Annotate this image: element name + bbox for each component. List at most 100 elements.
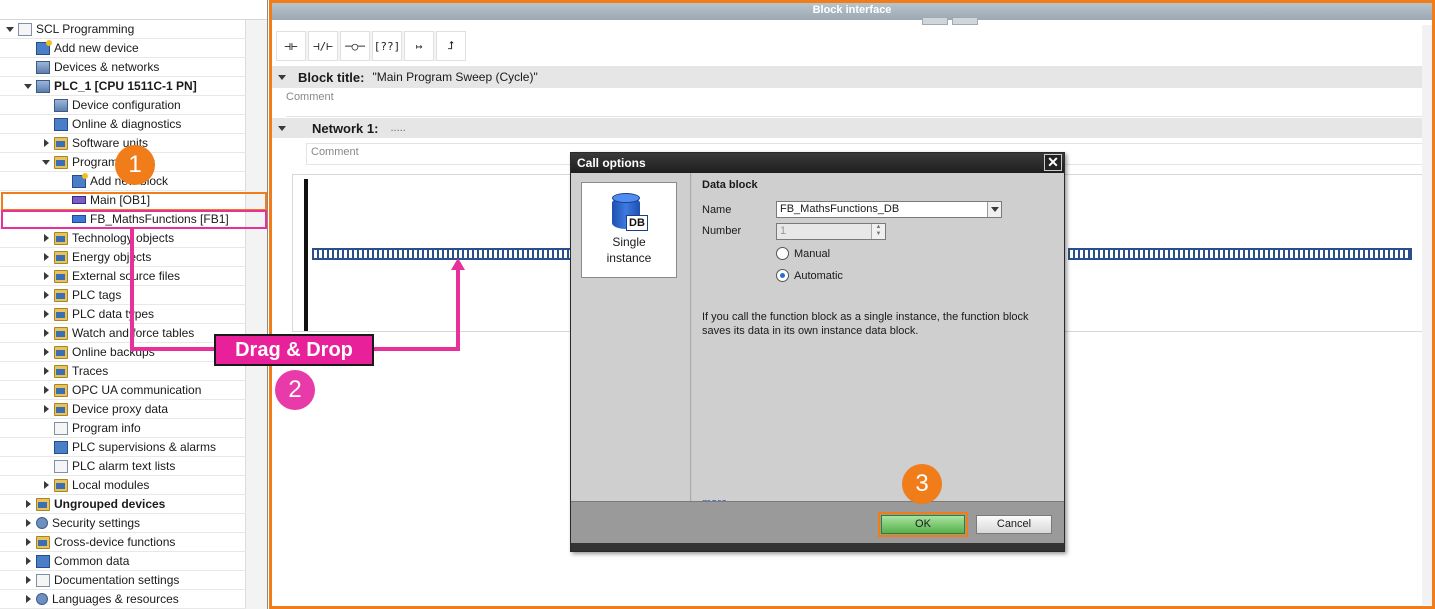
open-branch-icon[interactable]: ↦ (404, 31, 434, 61)
expanded-arrow-icon[interactable] (22, 80, 34, 92)
collapsed-arrow-icon[interactable] (40, 365, 52, 377)
collapsed-arrow-icon[interactable] (40, 232, 52, 244)
folder-icon (36, 497, 50, 511)
collapsed-arrow-icon[interactable] (40, 403, 52, 415)
tree-item-label: OPC UA communication (72, 383, 202, 397)
tree-item-device-configuration[interactable]: Device configuration (0, 96, 246, 115)
tree-item-technology-objects[interactable]: Technology objects (0, 229, 246, 248)
collapsed-arrow-icon[interactable] (40, 251, 52, 263)
tree-item-traces[interactable]: Traces (0, 362, 246, 381)
nc-contact-icon[interactable]: ⊣/⊢ (308, 31, 338, 61)
block-title-value[interactable]: "Main Program Sweep (Cycle)" (372, 70, 537, 84)
collapsed-arrow-icon[interactable] (40, 384, 52, 396)
tree-item-plc-supervisions-alarms[interactable]: PLC supervisions & alarms (0, 438, 246, 457)
name-value[interactable]: FB_MathsFunctions_DB (780, 203, 899, 215)
collapsed-arrow-icon[interactable] (40, 327, 52, 339)
collapsed-arrow-icon[interactable] (22, 498, 34, 510)
empty-box-icon[interactable]: [??] (372, 31, 402, 61)
chevron-down-icon[interactable] (987, 202, 1001, 217)
tree-item-watch-and-force-tables[interactable]: Watch and force tables (0, 324, 246, 343)
tree-item-label: Cross-device functions (54, 535, 176, 549)
collapsed-arrow-icon[interactable] (22, 555, 34, 567)
add-block-icon (72, 172, 88, 188)
collapsed-arrow-icon[interactable] (40, 308, 52, 320)
tree-item-cross-device-functions[interactable]: Cross-device functions (0, 533, 246, 552)
manual-radio[interactable]: Manual (776, 247, 830, 260)
tree-item-device-proxy-data[interactable]: Device proxy data (0, 400, 246, 419)
collapsed-arrow-icon[interactable] (40, 346, 52, 358)
block-comment-field[interactable]: Comment (286, 89, 1426, 117)
common-data-icon (36, 554, 50, 568)
tree-item-plc-tags[interactable]: PLC tags (0, 286, 246, 305)
tree-item-plc-alarm-text-lists[interactable]: PLC alarm text lists (0, 457, 246, 476)
tree-item-online-backups[interactable]: Online backups (0, 343, 246, 362)
tree-item-energy-objects[interactable]: Energy objects (0, 248, 246, 267)
tree-item-security-settings[interactable]: Security settings (0, 514, 246, 533)
ok-button[interactable]: OK (881, 515, 965, 534)
expanded-arrow-icon[interactable] (4, 23, 16, 35)
cancel-button[interactable]: Cancel (976, 515, 1052, 534)
drag-path-vertical (130, 229, 134, 351)
folder-icon (54, 326, 68, 340)
network-1-bar[interactable]: Network 1: ..... (272, 118, 1432, 138)
automatic-radio-circle[interactable] (776, 269, 789, 282)
tree-item-external-source-files[interactable]: External source files (0, 267, 246, 286)
coil-icon[interactable]: ─○─ (340, 31, 370, 61)
automatic-radio[interactable]: Automatic (776, 269, 843, 282)
tree-item-add-new-device[interactable]: Add new device (0, 39, 246, 58)
tree-item-label: Technology objects (72, 231, 175, 245)
block-interface-splitter[interactable] (922, 17, 978, 25)
collapsed-arrow-icon[interactable] (40, 479, 52, 491)
tree-item-label: PLC supervisions & alarms (72, 440, 217, 454)
network-collapse-arrow-icon[interactable] (278, 125, 286, 131)
collapsed-arrow-icon[interactable] (22, 574, 34, 586)
network-title-field[interactable]: ..... (390, 122, 405, 134)
network-rung-left[interactable] (312, 248, 572, 260)
tree-item-scl-programming[interactable]: SCL Programming (0, 20, 246, 39)
collapsed-arrow-icon[interactable] (40, 289, 52, 301)
tree-item-devices-networks[interactable]: Devices & networks (0, 58, 246, 77)
single-instance-label-2: instance (606, 251, 652, 265)
expanded-arrow-icon[interactable] (40, 156, 52, 168)
close-branch-icon[interactable]: ⮥ (436, 31, 466, 61)
single-instance-option[interactable]: DB Single instance (581, 182, 677, 278)
tree-item-label: PLC_1 [CPU 1511C-1 PN] (54, 79, 197, 93)
tree-item-plc-1-cpu-1511c-1-pn[interactable]: PLC_1 [CPU 1511C-1 PN] (0, 77, 246, 96)
tree-item-label: Documentation settings (54, 573, 180, 587)
collapsed-arrow-icon[interactable] (22, 517, 34, 529)
call-options-dialog: Call options ✕ DB Single instance Data b… (570, 152, 1065, 552)
manual-radio-circle[interactable] (776, 247, 789, 260)
tree-scrollbar[interactable] (245, 20, 267, 609)
folder-icon (54, 383, 68, 397)
tree-item-ungrouped-devices[interactable]: Ungrouped devices (0, 495, 246, 514)
block-title-bar[interactable]: Block title: "Main Program Sweep (Cycle)… (272, 66, 1432, 88)
tree-item-online-diagnostics[interactable]: Online & diagnostics (0, 115, 246, 134)
collapsed-arrow-icon[interactable] (40, 270, 52, 282)
tree-item-local-modules[interactable]: Local modules (0, 476, 246, 495)
tree-item-plc-data-types[interactable]: PLC data types (0, 305, 246, 324)
collapsed-arrow-icon[interactable] (40, 137, 52, 149)
dialog-title-bar[interactable]: Call options ✕ (571, 153, 1064, 173)
tree-item-documentation-settings[interactable]: Documentation settings (0, 571, 246, 590)
tree-item-languages-resources[interactable]: Languages & resources (0, 590, 246, 609)
collapse-arrow-icon[interactable] (278, 74, 286, 80)
dialog-footer: OK Cancel (571, 501, 1064, 543)
close-icon[interactable]: ✕ (1044, 154, 1062, 171)
tree-item-opc-ua-communication[interactable]: OPC UA communication (0, 381, 246, 400)
project-icon (18, 22, 32, 36)
network-rung-right[interactable] (1068, 248, 1412, 260)
single-instance-label-1: Single (612, 235, 646, 249)
tree-item-program-info[interactable]: Program info (0, 419, 246, 438)
editor-scrollbar[interactable] (1422, 25, 1432, 605)
collapsed-arrow-icon[interactable] (22, 536, 34, 548)
no-contact-icon[interactable]: ⊣⊢ (276, 31, 306, 61)
collapsed-arrow-icon[interactable] (22, 593, 34, 605)
tree-item-common-data[interactable]: Common data (0, 552, 246, 571)
folder-icon (54, 155, 68, 169)
block-interface-header[interactable]: Block interface (272, 3, 1432, 20)
name-combobox[interactable]: FB_MathsFunctions_DB (776, 201, 1002, 218)
tree-item-label: Device configuration (72, 98, 181, 112)
folder-icon (54, 231, 68, 245)
